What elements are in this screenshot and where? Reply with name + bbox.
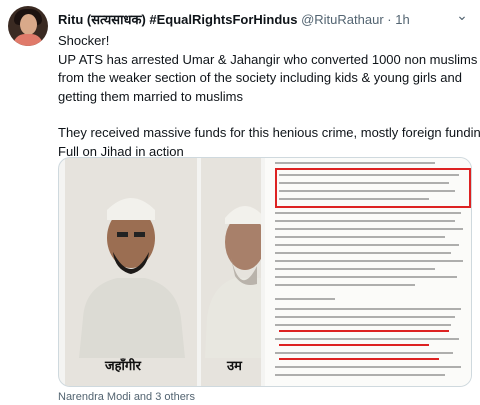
avatar-face [20, 14, 37, 35]
tweet-line: Shocker! [58, 33, 110, 48]
document-image[interactable] [265, 158, 471, 386]
highlight-underline [279, 330, 449, 332]
tweet-time[interactable]: 1h [395, 12, 409, 27]
separator-dot: · [387, 12, 392, 27]
tweet-header: Ritu (सत्यसाधक) #EqualRightsForHindus @R… [58, 12, 410, 28]
person-photo [65, 158, 197, 386]
photo-umar[interactable]: उम [201, 158, 261, 386]
author-name[interactable]: Ritu (सत्यसाधक) #EqualRightsForHindus [58, 12, 297, 27]
tweet-media[interactable]: जहाँगीर उम [58, 157, 472, 387]
photo-jahangir[interactable]: जहाँगीर [65, 158, 197, 386]
author-handle[interactable]: @RituRathaur [301, 12, 384, 27]
person-photo [201, 158, 261, 386]
liked-by[interactable]: Narendra Modi and 3 others [58, 391, 195, 403]
chevron-down-icon[interactable]: ⌄ [452, 6, 472, 24]
tweet-line: from the weaker section of the society i… [58, 70, 462, 85]
tweet-line: getting them married to muslims [58, 88, 243, 104]
photo-caption: उम [227, 359, 242, 374]
avatar-body [13, 34, 43, 46]
tweet-text: Shocker! UP ATS has arrested Umar & Jaha… [58, 32, 480, 161]
tweet-line: They received massive funds for this hen… [58, 125, 480, 140]
highlight-underline [279, 344, 429, 346]
avatar[interactable] [8, 6, 48, 46]
photo-caption: जहाँगीर [105, 359, 141, 374]
highlight-underline [279, 358, 439, 360]
tweet[interactable]: Ritu (सत्यसाधक) #EqualRightsForHindus @R… [0, 0, 480, 405]
tweet-line: UP ATS has arrested Umar & Jahangir who … [58, 51, 478, 67]
